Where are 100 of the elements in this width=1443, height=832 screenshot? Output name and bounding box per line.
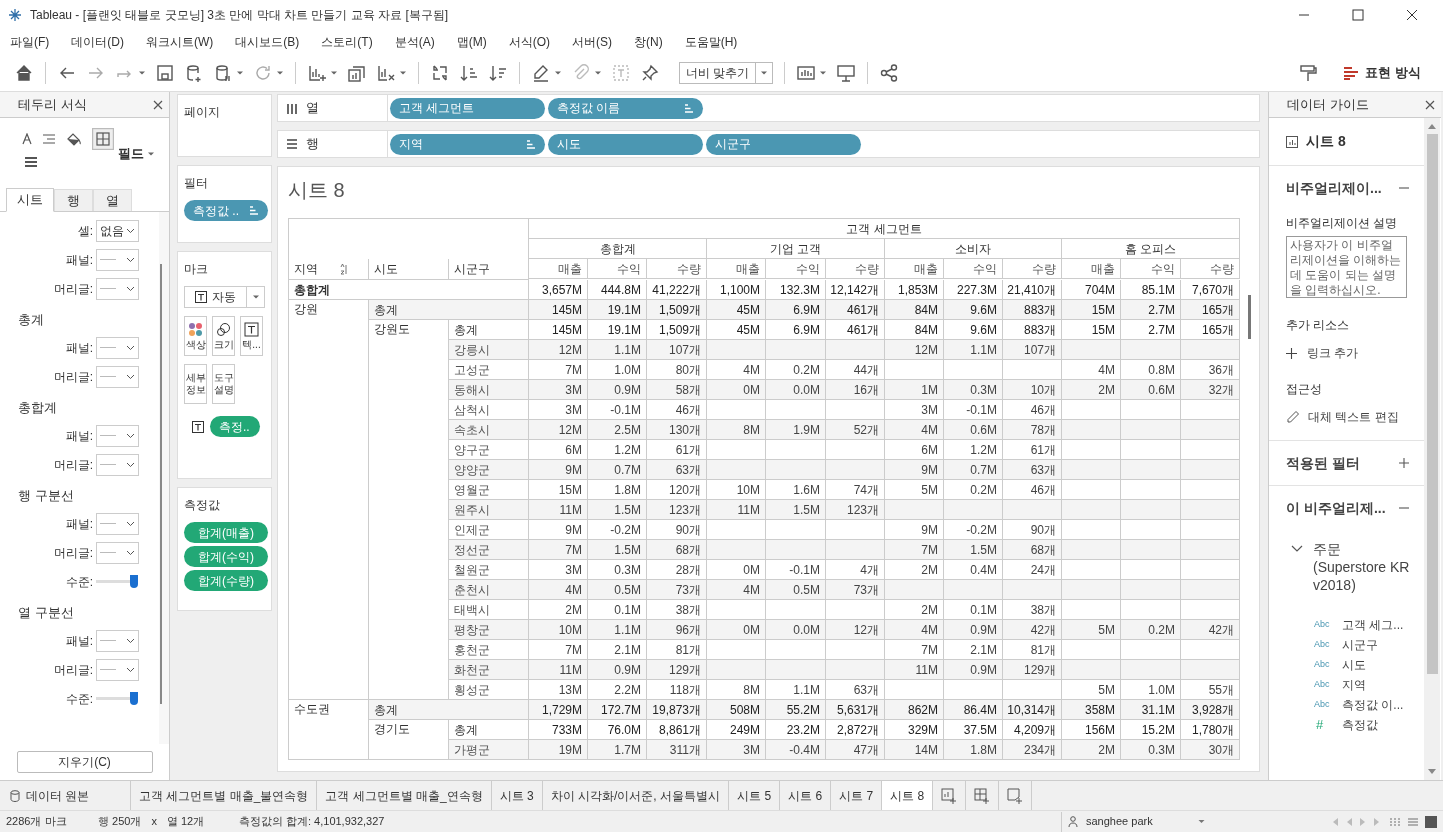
shading-icon[interactable] xyxy=(24,156,38,168)
caret-icon[interactable] xyxy=(236,69,244,76)
scroll-down-icon[interactable] xyxy=(1428,769,1436,774)
menu-item[interactable]: 대시보드(B) xyxy=(231,33,304,51)
level-slider[interactable] xyxy=(96,691,138,706)
mark-button[interactable]: 세부 정보 xyxy=(184,364,207,404)
description-field[interactable]: 사용자가 이 비주얼리제이션을 이해하는 데 도움이 되는 설명을 입력하십시오. xyxy=(1286,236,1407,298)
table-cell: 0.1M xyxy=(944,600,1003,620)
caret-icon[interactable] xyxy=(554,69,562,76)
table-cell: 44개 xyxy=(826,360,885,380)
paint-bucket-icon[interactable] xyxy=(66,132,82,146)
new-dashboard-icon[interactable] xyxy=(974,786,991,805)
data-source-icon[interactable] xyxy=(213,62,233,83)
table-cell: -0.2M xyxy=(944,520,1003,540)
sheet-tab[interactable]: 시트 8 xyxy=(882,781,934,810)
scrollbar-thumb[interactable] xyxy=(160,264,163,704)
menu-item[interactable]: 도움말(H) xyxy=(680,33,742,51)
color-mark-icon xyxy=(188,321,203,337)
add-data-source-icon[interactable] xyxy=(184,62,204,83)
share-icon[interactable] xyxy=(879,62,900,83)
field-name[interactable]: 시도 xyxy=(1342,655,1366,674)
table-cell: 55개 xyxy=(1181,680,1240,700)
field-name[interactable]: 고객 세그... xyxy=(1342,615,1404,634)
menu-item[interactable]: 맵(M) xyxy=(452,33,491,51)
tab[interactable]: 열 xyxy=(93,189,132,211)
scrollbar-thumb[interactable] xyxy=(1426,134,1438,674)
sort-az-icon[interactable] xyxy=(340,263,348,275)
caret-icon[interactable] xyxy=(330,69,338,76)
field-name[interactable]: 시군구 xyxy=(1342,635,1378,654)
clear-button[interactable]: 지우기(C) xyxy=(16,751,153,773)
table-cell: 3M xyxy=(707,740,766,760)
table-cell: 32개 xyxy=(1181,380,1240,400)
field-label: 수준: xyxy=(64,690,94,708)
status-text: 2286개 마크 xyxy=(6,814,68,830)
menu-item[interactable]: 스토리(T) xyxy=(317,33,377,51)
user-menu[interactable]: sanghee park xyxy=(1061,811,1211,832)
new-worksheet-icon[interactable] xyxy=(941,786,958,805)
mark-type-dropdown[interactable]: 자동 xyxy=(184,286,265,308)
table-cell: 3M xyxy=(529,560,588,580)
close-icon[interactable] xyxy=(153,99,163,110)
mark-button[interactable]: 크기 xyxy=(212,316,235,356)
menu-item[interactable]: 워크시트(W) xyxy=(142,33,218,51)
table-cell: 6.9M xyxy=(766,300,826,320)
borders-icon[interactable] xyxy=(92,128,114,150)
alignment-icon[interactable] xyxy=(42,133,56,145)
tab[interactable]: 시트 xyxy=(6,188,54,212)
field-menu[interactable]: 필드 xyxy=(118,144,155,164)
fit-dropdown[interactable]: 너비 맞추기 xyxy=(679,61,774,84)
scroll-up-icon[interactable] xyxy=(1428,124,1436,129)
menu-item[interactable]: 창(N) xyxy=(630,33,667,51)
table-cell: 733M xyxy=(529,720,588,740)
table-cell: 3,657M xyxy=(529,280,588,300)
tab[interactable]: 행 xyxy=(54,189,93,211)
caret-icon[interactable] xyxy=(138,69,146,76)
table-cell: 1.8M xyxy=(588,480,647,500)
chevron-down-icon[interactable] xyxy=(1291,545,1303,553)
menu-item[interactable]: 서식(O) xyxy=(504,33,554,51)
field-type: Abc xyxy=(1314,697,1331,711)
presentation-icon[interactable] xyxy=(836,62,857,83)
column-header: 수익 xyxy=(588,259,647,279)
field-name[interactable]: 측정값 xyxy=(1342,715,1378,734)
sheet-view-icon[interactable] xyxy=(1425,815,1437,828)
field-name[interactable]: 측정값 이... xyxy=(1342,695,1404,714)
row-header: 총계 xyxy=(369,700,529,720)
add-link-button[interactable]: 링크 추가 xyxy=(1269,344,1424,362)
style-dropdown[interactable]: 없음 xyxy=(96,219,139,242)
field-label: 머리글: xyxy=(52,456,94,474)
table-cell: 862M xyxy=(885,700,944,720)
close-icon[interactable] xyxy=(1425,99,1435,110)
table-cell: 63개 xyxy=(1003,460,1062,480)
paint-roller-icon[interactable] xyxy=(1298,62,1319,83)
table-cell: 172.7M xyxy=(588,700,647,720)
column-header: 총합계 xyxy=(529,239,707,259)
table-cell: 1.1M xyxy=(588,620,647,640)
scrollbar-thumb[interactable] xyxy=(1248,295,1251,339)
level-slider[interactable] xyxy=(96,574,138,589)
field-name[interactable]: 지역 xyxy=(1342,675,1366,694)
pin-icon[interactable] xyxy=(640,62,660,83)
caret-icon[interactable] xyxy=(594,69,602,76)
mark-button[interactable]: 도구 설명 xyxy=(212,364,235,404)
menu-item[interactable]: 분석(A) xyxy=(390,33,439,51)
row-header: 강릉시 xyxy=(449,340,529,360)
presentation-mode-button[interactable]: 표현 방식 xyxy=(1335,59,1429,86)
mark-button[interactable]: 텍... xyxy=(240,316,263,356)
table-cell: 2.7M xyxy=(1121,300,1181,320)
edit-alt-text-button[interactable]: 대체 텍스트 편집 xyxy=(1269,408,1424,426)
mark-button[interactable]: 색상 xyxy=(184,316,207,356)
table-cell: 9M xyxy=(885,460,944,480)
save-icon[interactable] xyxy=(155,62,175,83)
caret-icon[interactable] xyxy=(819,69,828,76)
table-cell: 0.0M xyxy=(766,380,826,400)
table-cell: 165개 xyxy=(1181,320,1240,340)
add-icon[interactable] xyxy=(1398,457,1410,469)
pencil-icon xyxy=(1286,410,1300,424)
menu-item[interactable]: 서버(S) xyxy=(568,33,616,51)
menu-item[interactable]: 데이터(D) xyxy=(67,33,128,51)
new-story-icon[interactable] xyxy=(1007,786,1024,805)
caret-icon[interactable] xyxy=(276,69,284,76)
menu-item[interactable]: 파일(F) xyxy=(6,33,54,51)
caret-icon[interactable] xyxy=(399,69,407,76)
